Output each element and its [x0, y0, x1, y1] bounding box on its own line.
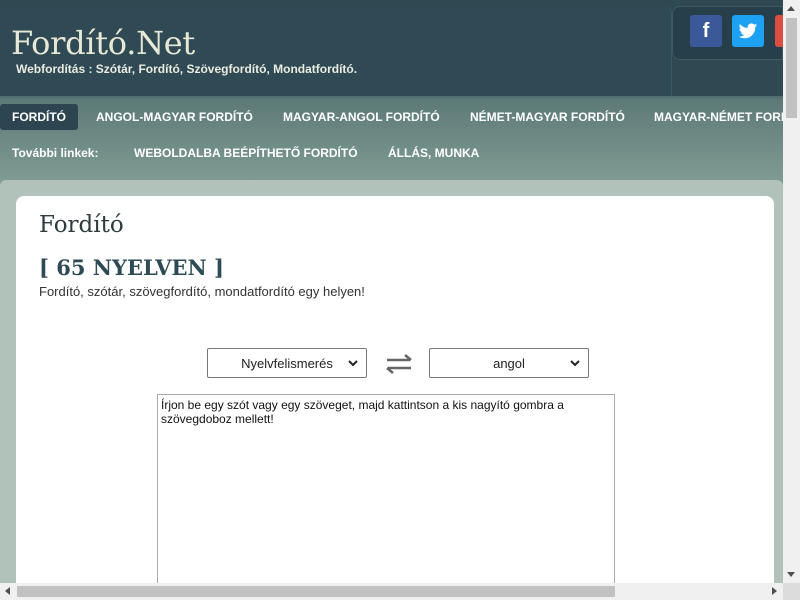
- nav-item-magyar-angol[interactable]: MAGYAR-ANGOL FORDÍTÓ: [283, 104, 440, 130]
- secondary-nav-label: További linkek:: [12, 146, 99, 160]
- nav-item-jobs[interactable]: ÁLLÁS, MUNKA: [388, 140, 479, 166]
- primary-nav: FORDÍTÓ ANGOL-MAGYAR FORDÍTÓ MAGYAR-ANGO…: [0, 104, 783, 130]
- nav-item-nemet-magyar[interactable]: NÉMET-MAGYAR FORDÍTÓ: [470, 104, 625, 130]
- chevron-down-icon: [348, 360, 358, 367]
- nav-item-embed-translator[interactable]: WEBOLDALBA BEÉPÍTHETŐ FORDÍTÓ: [134, 140, 358, 166]
- page-description: Fordító, szótár, szövegfordító, mondatfo…: [39, 284, 365, 299]
- source-language-value: Nyelvfelismerés: [241, 355, 333, 371]
- page-subtitle: [ 65 NYELVEN ]: [39, 255, 224, 280]
- swap-languages-icon[interactable]: [383, 353, 415, 375]
- chevron-down-icon: [570, 360, 580, 367]
- nav-item-magyar-nemet[interactable]: MAGYAR-NÉMET FORDÍTÓ: [654, 104, 783, 130]
- page-title: Fordító: [39, 212, 124, 238]
- scrollbar-corner: [783, 583, 800, 600]
- scroll-down-icon[interactable]: [787, 572, 795, 577]
- twitter-icon[interactable]: [732, 15, 764, 47]
- horizontal-scrollbar[interactable]: [0, 583, 783, 600]
- source-text-input[interactable]: Írjon be egy szót vagy egy szöveget, maj…: [157, 394, 615, 583]
- vertical-scrollbar[interactable]: [783, 0, 800, 583]
- site-tagline: Webfordítás : Szótár, Fordító, Szövegfor…: [16, 62, 358, 76]
- vertical-scroll-thumb[interactable]: [786, 18, 797, 118]
- social-panel: [672, 6, 783, 60]
- target-language-select[interactable]: angol: [429, 348, 589, 378]
- secondary-nav: További linkek: WEBOLDALBA BEÉPÍTHETŐ FO…: [0, 140, 783, 166]
- source-language-select[interactable]: Nyelvfelismerés: [207, 348, 367, 378]
- facebook-icon[interactable]: f: [690, 15, 722, 47]
- scroll-up-icon[interactable]: [787, 6, 795, 11]
- page: Fordító.Net Webfordítás : Szótár, Fordít…: [0, 0, 783, 583]
- scroll-left-icon[interactable]: [5, 587, 10, 595]
- nav-item-fordito[interactable]: FORDÍTÓ: [0, 104, 78, 130]
- site-logo[interactable]: Fordító.Net: [11, 24, 195, 62]
- scroll-right-icon[interactable]: [772, 587, 777, 595]
- horizontal-scroll-thumb[interactable]: [17, 586, 615, 597]
- twitter-bird-icon: [738, 22, 758, 38]
- nav-item-angol-magyar[interactable]: ANGOL-MAGYAR FORDÍTÓ: [96, 104, 253, 130]
- target-language-value: angol: [493, 355, 525, 371]
